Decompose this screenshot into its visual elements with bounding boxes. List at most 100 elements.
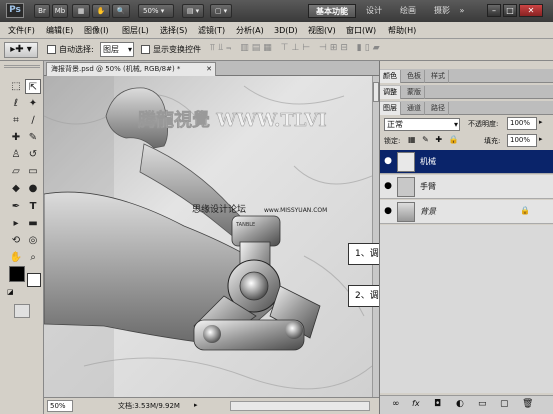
maximize-button[interactable]: □	[503, 4, 517, 17]
pen-tool-icon[interactable]: ✒	[8, 199, 24, 214]
menu-analysis[interactable]: 分析(A)	[236, 24, 264, 37]
tab-styles[interactable]: 样式	[428, 70, 449, 83]
zoom-level-dropdown[interactable]: 50% ▾	[138, 4, 174, 18]
auto-select-checkbox[interactable]	[47, 45, 56, 54]
move-tool-icon[interactable]: ⇱	[25, 79, 41, 94]
tab-masks[interactable]: 蒙版	[404, 86, 425, 99]
site-url: www.MISSYUAN.COM	[264, 207, 327, 214]
lock-icons[interactable]: ▦ ✎ ✚ 🔒	[408, 135, 461, 144]
background-color-swatch[interactable]	[27, 273, 41, 287]
fill-arrow-icon[interactable]: ▸	[539, 135, 543, 143]
hand-tool-icon[interactable]: ✋	[8, 250, 24, 265]
tab-adjustments[interactable]: 调整	[380, 86, 401, 99]
zoom-tool-button[interactable]: 🔍	[112, 4, 130, 18]
document-tab[interactable]: 海报背景.psd @ 50% (机械, RGB/8#) * ✕	[46, 62, 216, 76]
history-brush-icon[interactable]: ↺	[25, 147, 41, 162]
new-layer-icon[interactable]: ▢	[500, 399, 509, 409]
marquee-tool-icon[interactable]: ⬚	[8, 79, 24, 94]
visibility-eye-icon[interactable]: ●	[383, 181, 393, 191]
workspace-design[interactable]: 设计	[362, 4, 386, 18]
menu-3d[interactable]: 3D(D)	[274, 24, 298, 37]
menu-select[interactable]: 选择(S)	[160, 24, 187, 37]
mini-bridge-button[interactable]: Mb	[52, 4, 68, 18]
show-transform-checkbox[interactable]	[141, 45, 150, 54]
eraser-icon[interactable]: ▱	[8, 164, 24, 179]
document-tab-title: 海报背景.psd @ 50% (机械, RGB/8#) *	[51, 65, 181, 73]
align-distribute-icons[interactable]: ⫪⫫⫬ ▥▤▦ ⊤⊥⊢ ⊣⊞⊟ ▮▯▰	[210, 43, 510, 57]
menu-filter[interactable]: 滤镜(T)	[198, 24, 225, 37]
screen-mode-button[interactable]: ▢ ▾	[210, 4, 232, 18]
hand-tool-button[interactable]: ✋	[92, 4, 110, 18]
menu-window[interactable]: 窗口(W)	[346, 24, 376, 37]
brush-tool-icon[interactable]: ✎	[25, 130, 41, 145]
shape-tool-icon[interactable]: ▬	[25, 216, 41, 231]
type-tool-icon[interactable]: T	[25, 199, 41, 214]
vertical-scrollbar[interactable]	[372, 76, 379, 397]
trash-icon[interactable]: 🗑	[522, 399, 533, 409]
layer-row-background[interactable]: ● 背景 🔒	[380, 200, 553, 224]
3d-rotate-icon[interactable]: ⟲	[8, 233, 24, 248]
show-transform-label: 显示变换控件	[153, 45, 201, 54]
horizontal-scrollbar[interactable]	[230, 401, 370, 411]
lasso-tool-icon[interactable]: ℓ	[8, 96, 24, 111]
extras-button[interactable]: ▦	[72, 4, 90, 18]
visibility-eye-icon[interactable]: ●	[383, 156, 393, 166]
menu-help[interactable]: 帮助(H)	[388, 24, 416, 37]
adjustment-icon[interactable]: ◐	[456, 399, 464, 409]
tool-preset-picker[interactable]: ▸✚ ▾	[4, 42, 38, 58]
minimize-button[interactable]: –	[487, 4, 501, 17]
tab-paths[interactable]: 路径	[428, 102, 449, 115]
layers-footer: ∞ fx ◘ ◐ ▭ ▢ 🗑	[380, 395, 553, 414]
blend-mode-dropdown[interactable]: 正常 ▾	[384, 118, 460, 131]
tab-layers[interactable]: 图层	[380, 102, 401, 115]
auto-select-dropdown[interactable]: 图层 ▾	[100, 42, 134, 57]
foreground-color-swatch[interactable]	[9, 266, 25, 282]
workspace-photography[interactable]: 摄影	[430, 4, 454, 18]
document-close-icon[interactable]: ✕	[206, 63, 212, 75]
3d-orbit-icon[interactable]: ◎	[25, 233, 41, 248]
menu-image[interactable]: 图像(I)	[84, 24, 109, 37]
workspace-overflow-icon[interactable]: »	[456, 4, 468, 18]
blur-tool-icon[interactable]: ◆	[8, 181, 24, 196]
opacity-input[interactable]: 100%	[507, 117, 537, 130]
eyedropper-icon[interactable]: ∕	[25, 113, 41, 128]
path-selection-icon[interactable]: ▸	[8, 216, 24, 231]
layer-row-arm[interactable]: ● 手臂	[380, 175, 553, 199]
workspace-essentials[interactable]: 基本功能	[308, 4, 356, 18]
status-menu-arrow[interactable]: ▸	[194, 401, 198, 409]
panels-dock: 颜色 色板 样式 调整 蒙版 图层 通道 路径 正常 ▾ 不透明度: 100% ▸…	[379, 61, 553, 414]
menu-file[interactable]: 文件(F)	[8, 24, 35, 37]
layers-panel-tabs: 图层 通道 路径	[380, 101, 553, 115]
zoom-tool-icon[interactable]: ⌕	[25, 250, 41, 265]
visibility-eye-icon[interactable]: ●	[383, 206, 393, 216]
document-canvas[interactable]: TANBLE 腾龍視覺 WWW.TLVI 思缘设计论坛 www.MISSYUAN…	[44, 76, 372, 397]
tab-color[interactable]: 颜色	[380, 70, 401, 83]
tab-channels[interactable]: 通道	[404, 102, 425, 115]
layer-name: 背景	[420, 207, 436, 216]
workspace-painting[interactable]: 绘画	[396, 4, 420, 18]
bridge-button[interactable]: Br	[34, 4, 50, 18]
group-icon[interactable]: ▭	[478, 399, 487, 409]
menu-view[interactable]: 视图(V)	[308, 24, 336, 37]
default-colors-icon[interactable]: ◪	[7, 288, 15, 296]
quick-mask-icon[interactable]	[14, 304, 30, 318]
close-button[interactable]: ✕	[519, 4, 543, 17]
dodge-tool-icon[interactable]: ●	[25, 181, 41, 196]
link-icon[interactable]: ∞	[392, 399, 400, 409]
menu-edit[interactable]: 编辑(E)	[46, 24, 73, 37]
fx-icon[interactable]: fx	[412, 399, 420, 408]
tab-swatches[interactable]: 色板	[404, 70, 425, 83]
toolbox-grip[interactable]	[4, 65, 40, 68]
fill-input[interactable]: 100%	[507, 134, 537, 147]
healing-brush-icon[interactable]: ✚	[8, 130, 24, 145]
clone-stamp-icon[interactable]: ♙	[8, 147, 24, 162]
layer-row-machine[interactable]: ● 机械	[380, 150, 553, 174]
arrange-documents-button[interactable]: ▤ ▾	[182, 4, 204, 18]
opacity-arrow-icon[interactable]: ▸	[539, 118, 543, 126]
mask-icon[interactable]: ◘	[434, 399, 441, 409]
status-zoom-field[interactable]: 50%	[47, 400, 73, 412]
magic-wand-icon[interactable]: ✦	[25, 96, 41, 111]
menu-layer[interactable]: 图层(L)	[122, 24, 149, 37]
gradient-tool-icon[interactable]: ▭	[25, 164, 41, 179]
crop-tool-icon[interactable]: ⌗	[8, 113, 24, 128]
